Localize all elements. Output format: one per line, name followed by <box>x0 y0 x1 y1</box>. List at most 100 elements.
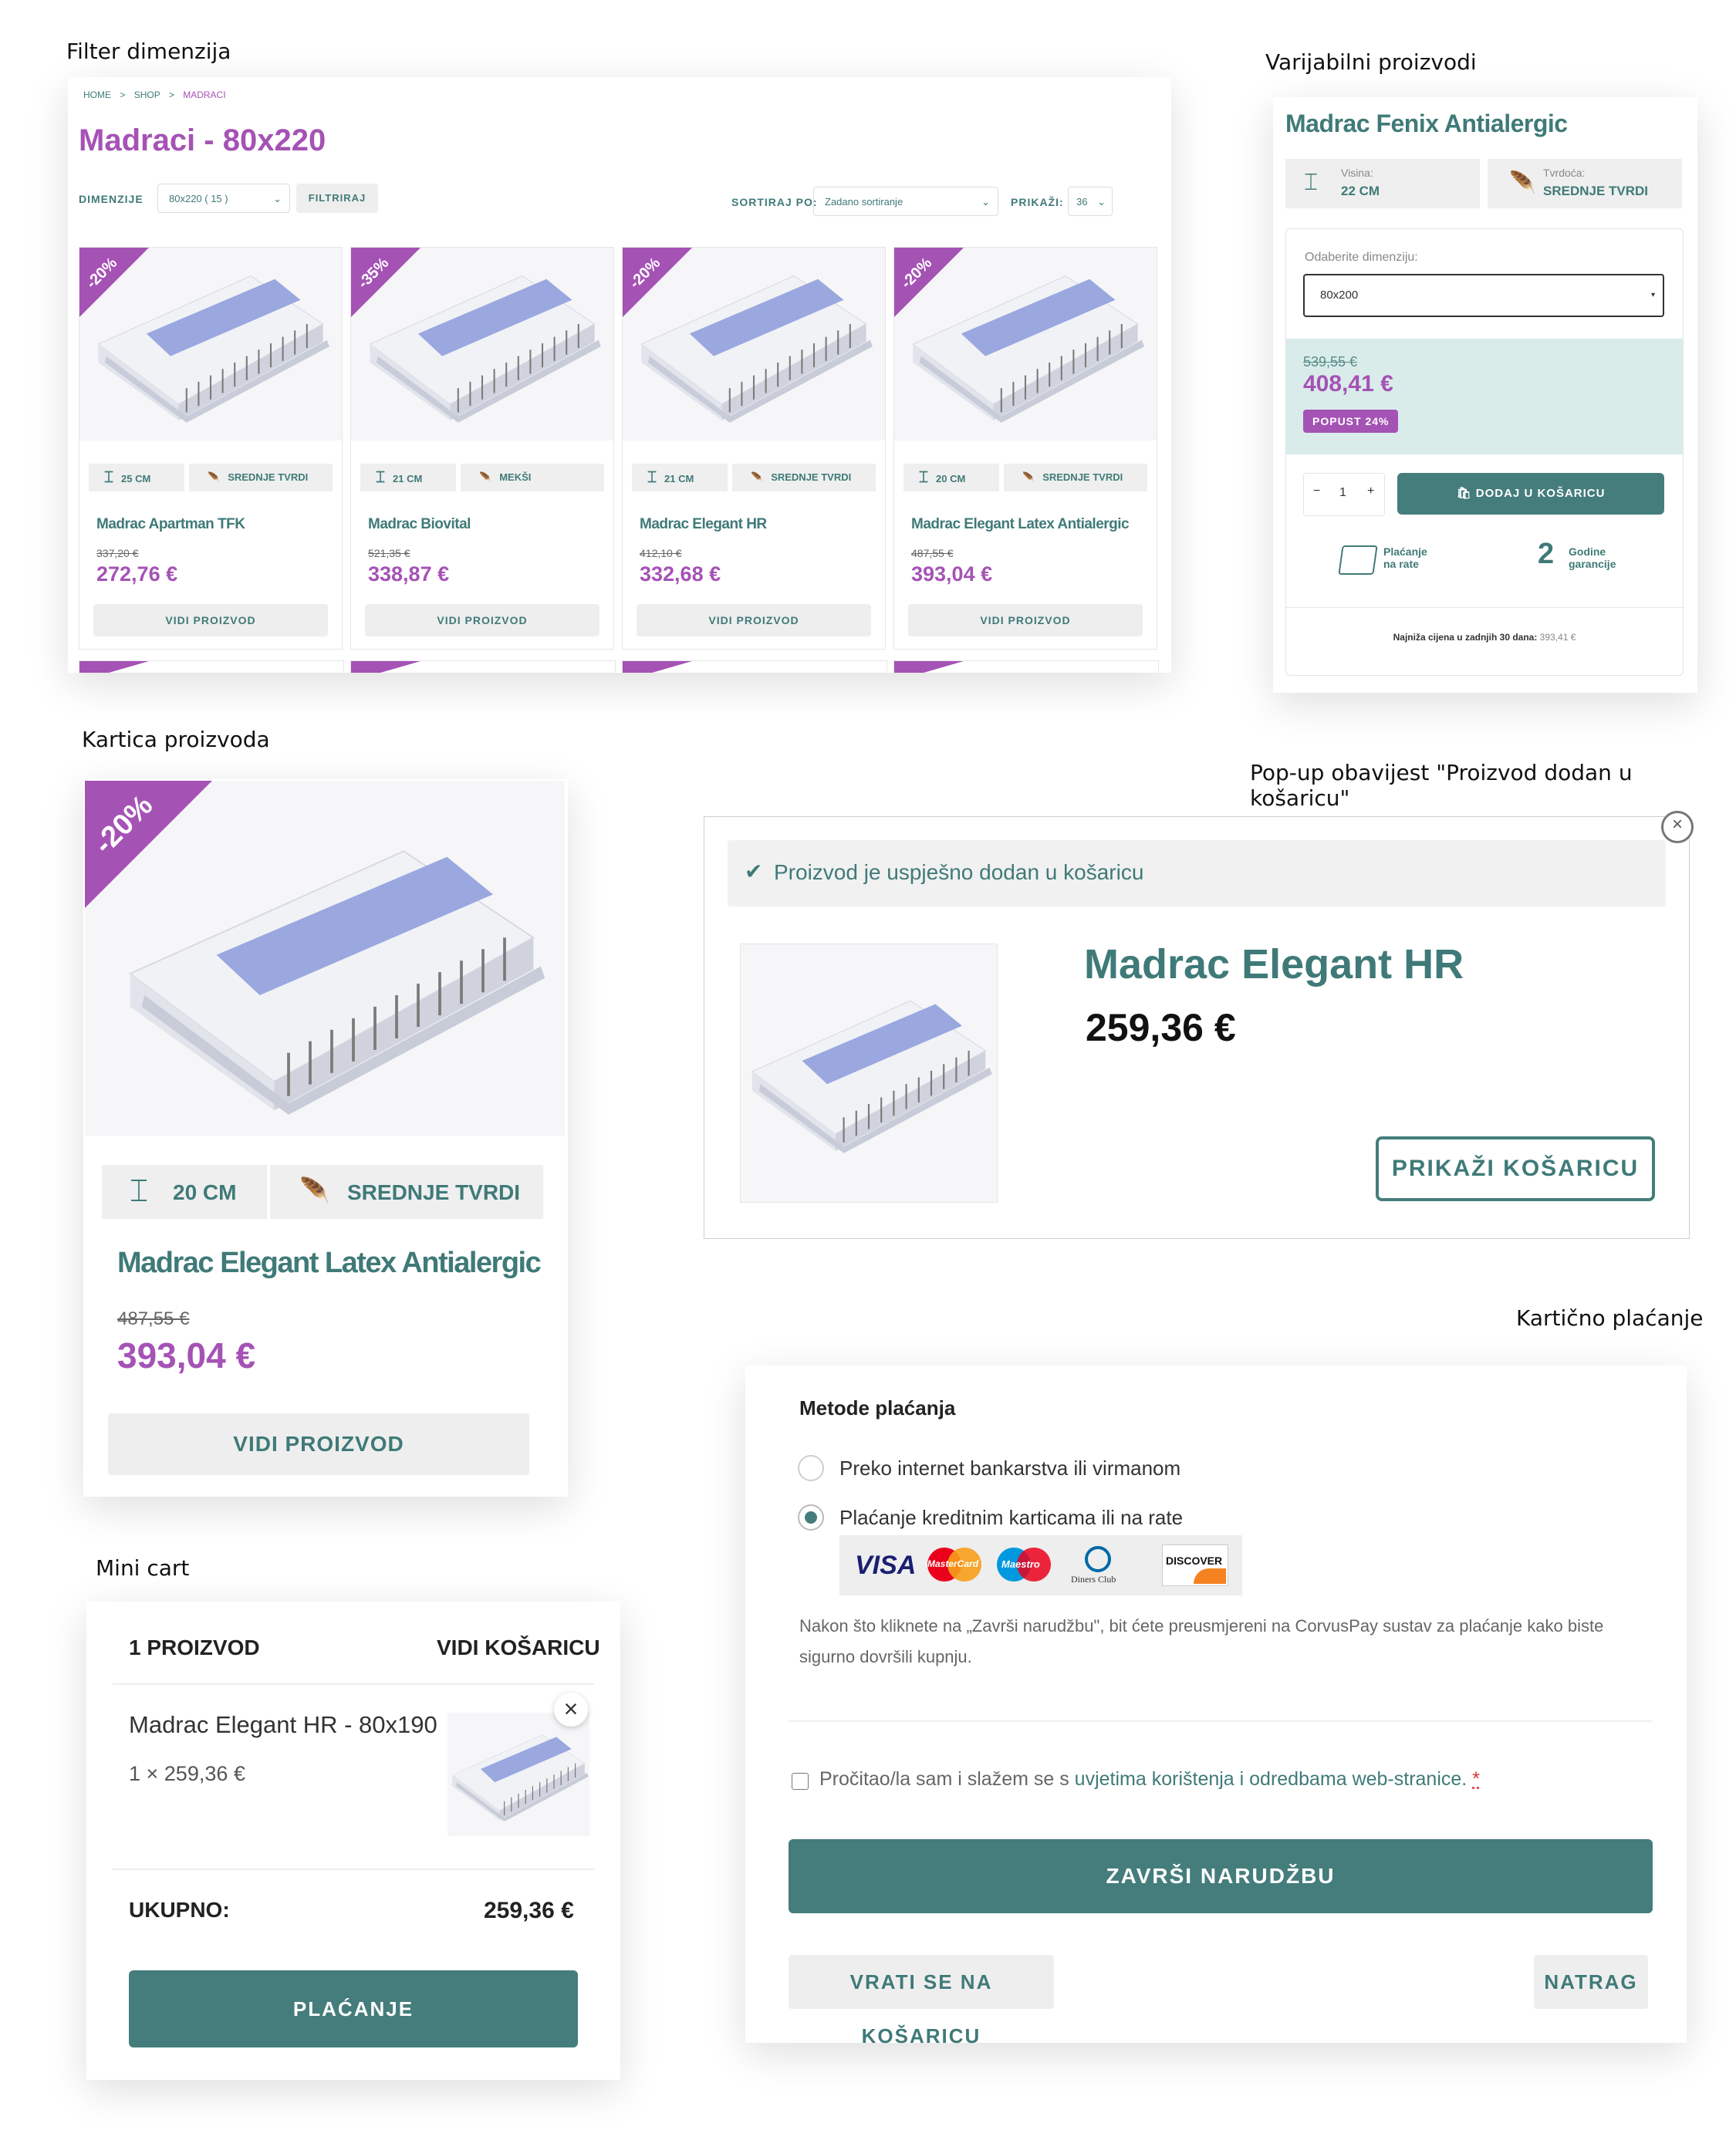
diners-icon <box>1085 1546 1111 1572</box>
height-value: 21 CM <box>393 473 423 484</box>
per-page-value: 36 <box>1076 196 1088 208</box>
product-name[interactable]: Madrac Elegant HR <box>640 516 767 533</box>
remove-item-icon[interactable]: × <box>554 1693 588 1727</box>
feather-icon: 🪶 <box>299 1176 330 1204</box>
height-attribute: ⌶ 21 CM <box>360 464 456 491</box>
product-attributes: ⌶ 20 CM 🪶 SREDNJE TVRDI <box>903 464 1147 491</box>
radio-credit-card[interactable] <box>798 1504 824 1531</box>
checkout-button[interactable]: PLAĆANJE <box>129 1970 578 2047</box>
radio-bank-transfer[interactable] <box>798 1455 824 1481</box>
firmness-value: SREDNJE TVRDI <box>228 471 309 483</box>
close-icon[interactable]: × <box>1661 811 1694 843</box>
height-value: 25 CM <box>121 473 151 484</box>
height-label: Visina: <box>1341 167 1373 179</box>
discount-ribbon <box>351 661 420 673</box>
product-price: 259,36 € <box>1086 1006 1236 1049</box>
product-card[interactable]: -20% ⌶ 25 CM 🪶 SREDNJE TVRDI Madrac Apartman … <box>79 247 343 650</box>
feather-icon: 🪶 <box>1022 471 1035 483</box>
view-product-button[interactable]: VIDI PROIZVOD <box>108 1413 529 1475</box>
chevron-down-icon: ⌄ <box>273 193 282 204</box>
firmness-attribute: 🪶 Tvrdoća: SREDNJE TVRDI <box>1488 159 1682 208</box>
minus-button[interactable]: − <box>1313 484 1320 498</box>
product-name[interactable]: Madrac Elegant Latex Antialergic <box>117 1247 542 1280</box>
current-price: 272,76 € <box>96 562 178 586</box>
filter-button[interactable]: FILTRIRAJ <box>296 184 378 213</box>
view-cart-link[interactable]: VIDI KOŠARICU <box>437 1636 600 1660</box>
current-price: 393,04 € <box>911 562 993 586</box>
section-title-popup: Pop-up obavijest "Proizvod dodan u košar… <box>1250 760 1633 811</box>
quantity-stepper: − 1 + <box>1303 473 1385 516</box>
option-credit-card-label[interactable]: Plaćanje kreditnim karticama ili na rate <box>839 1506 1183 1530</box>
height-value: 22 CM <box>1341 184 1380 198</box>
discount-ribbon <box>894 661 964 673</box>
cart-item-name[interactable]: Madrac Elegant HR - 80x190 <box>129 1711 437 1739</box>
breadcrumb-home[interactable]: HOME <box>83 89 111 100</box>
partial-card <box>79 660 344 673</box>
option-bank-transfer-label[interactable]: Preko internet bankarstva ili virmanom <box>839 1457 1180 1480</box>
chevron-down-icon: ⌄ <box>1097 196 1106 208</box>
success-notice: ✔ Proizvod je uspješno dodan u košaricu <box>728 840 1666 906</box>
payment-panel: Metode plaćanja Preko internet bankarstv… <box>745 1366 1687 2047</box>
breadcrumb-shop[interactable]: SHOP <box>134 89 160 100</box>
height-icon: ⌶ <box>130 1174 148 1208</box>
product-name[interactable]: Madrac Elegant Latex Antialergic <box>911 516 1130 533</box>
product-name[interactable]: Madrac Apartman TFK <box>96 516 245 533</box>
product-card[interactable]: -20% ⌶ 21 CM 🪶 SREDNJE TVRDI Madrac Elegant H… <box>622 247 886 650</box>
total-value: 259,36 € <box>484 1898 574 1923</box>
view-product-button[interactable]: VIDI PROIZVOD <box>93 604 328 636</box>
sort-select[interactable]: Zadano sortiranje ⌄ <box>813 187 998 216</box>
firmness-attribute: 🪶 MEKŠI <box>461 464 604 491</box>
feature-line: Plaćanje <box>1383 545 1427 558</box>
lowest-price-label: Najniža cijena u zadnjih 30 dana: <box>1393 632 1538 643</box>
section-title-payment: Kartično plaćanje <box>1516 1305 1704 1331</box>
view-product-button[interactable]: VIDI PROIZVOD <box>365 604 599 636</box>
plus-button[interactable]: + <box>1367 484 1374 498</box>
firmness-value: SREDNJE TVRDI <box>1543 184 1649 198</box>
feature-line: Godine <box>1569 545 1606 558</box>
old-price: 487,55 € <box>117 1308 190 1329</box>
firmness-label: Tvrdoća: <box>1543 167 1586 179</box>
height-value: 21 CM <box>664 473 694 484</box>
height-attribute: ⌶ 20 CM <box>903 464 999 491</box>
terms-link[interactable]: uvjetima korištenja i odredbama web-stra… <box>1075 1768 1467 1790</box>
product-name[interactable]: Madrac Biovital <box>368 516 471 533</box>
added-to-cart-popup: × ✔ Proizvod je uspješno dodan u košaric… <box>704 811 1694 1239</box>
dimension-label: DIMENZIJE <box>79 193 144 205</box>
add-to-cart-button[interactable]: 🛍 DODAJ U KOŠARICU <box>1397 473 1664 515</box>
show-label: PRIKAŽI: <box>1011 196 1064 208</box>
old-price: 539,55 € <box>1303 354 1358 370</box>
dimension-select[interactable]: 80x200 ▾ <box>1303 274 1664 317</box>
per-page-select[interactable]: 36 ⌄ <box>1068 187 1113 216</box>
divider <box>113 1868 594 1870</box>
discover-label: DISCOVER <box>1166 1555 1223 1567</box>
breadcrumb-separator: > <box>168 89 174 100</box>
partial-card <box>622 660 887 673</box>
checkmark-icon: ✔ <box>745 859 763 883</box>
old-price: 412,10 € <box>640 547 682 559</box>
maestro-label: Maestro <box>1001 1558 1040 1570</box>
warranty-icon: 2 <box>1538 538 1555 570</box>
mastercard-label: MasterCard <box>927 1558 979 1569</box>
view-product-button[interactable]: VIDI PROIZVOD <box>637 604 871 636</box>
product-thumbnail <box>740 944 998 1203</box>
terms-text: Pročitao/la sam i slažem se s uvjetima k… <box>819 1768 1480 1791</box>
complete-order-button[interactable]: ZAVRŠI NARUDŽBU <box>789 1839 1653 1913</box>
terms-checkbox[interactable] <box>792 1773 809 1790</box>
variable-product-panel: Madrac Fenix Antialergic ⌶ Visina: 22 CM… <box>1273 97 1697 693</box>
back-to-cart-button[interactable]: VRATI SE NA KOŠARICU <box>789 1955 1054 2047</box>
back-button[interactable]: NATRAG <box>1534 1955 1648 2009</box>
product-attributes: ⌶ 21 CM 🪶 SREDNJE TVRDI <box>632 464 876 491</box>
sort-select-value: Zadano sortiranje <box>825 196 903 208</box>
view-product-button[interactable]: VIDI PROIZVOD <box>908 604 1143 636</box>
product-card[interactable]: -35% ⌶ 21 CM 🪶 MEKŠI Madrac Biovital 521,35 €3… <box>350 247 614 650</box>
discover-icon: DISCOVER <box>1162 1544 1228 1586</box>
old-price: 521,35 € <box>368 547 410 559</box>
product-card[interactable]: -20% ⌶ 20 CM 🪶 SREDNJE TVRDI Madrac Elegant L… <box>893 247 1157 650</box>
current-price: 332,68 € <box>640 562 721 586</box>
dimension-select[interactable]: 80x220 ( 15 ) ⌄ <box>157 184 290 213</box>
breadcrumb-separator: > <box>120 89 126 100</box>
discover-shape <box>1194 1568 1226 1584</box>
product-card-large[interactable]: -20% ⌶ 20 CM 🪶 SREDNJE TVRDI Madrac Eleg… <box>83 779 568 1497</box>
view-cart-button[interactable]: PRIKAŽI KOŠARICU <box>1376 1136 1655 1201</box>
quantity-value[interactable]: 1 <box>1339 486 1346 500</box>
